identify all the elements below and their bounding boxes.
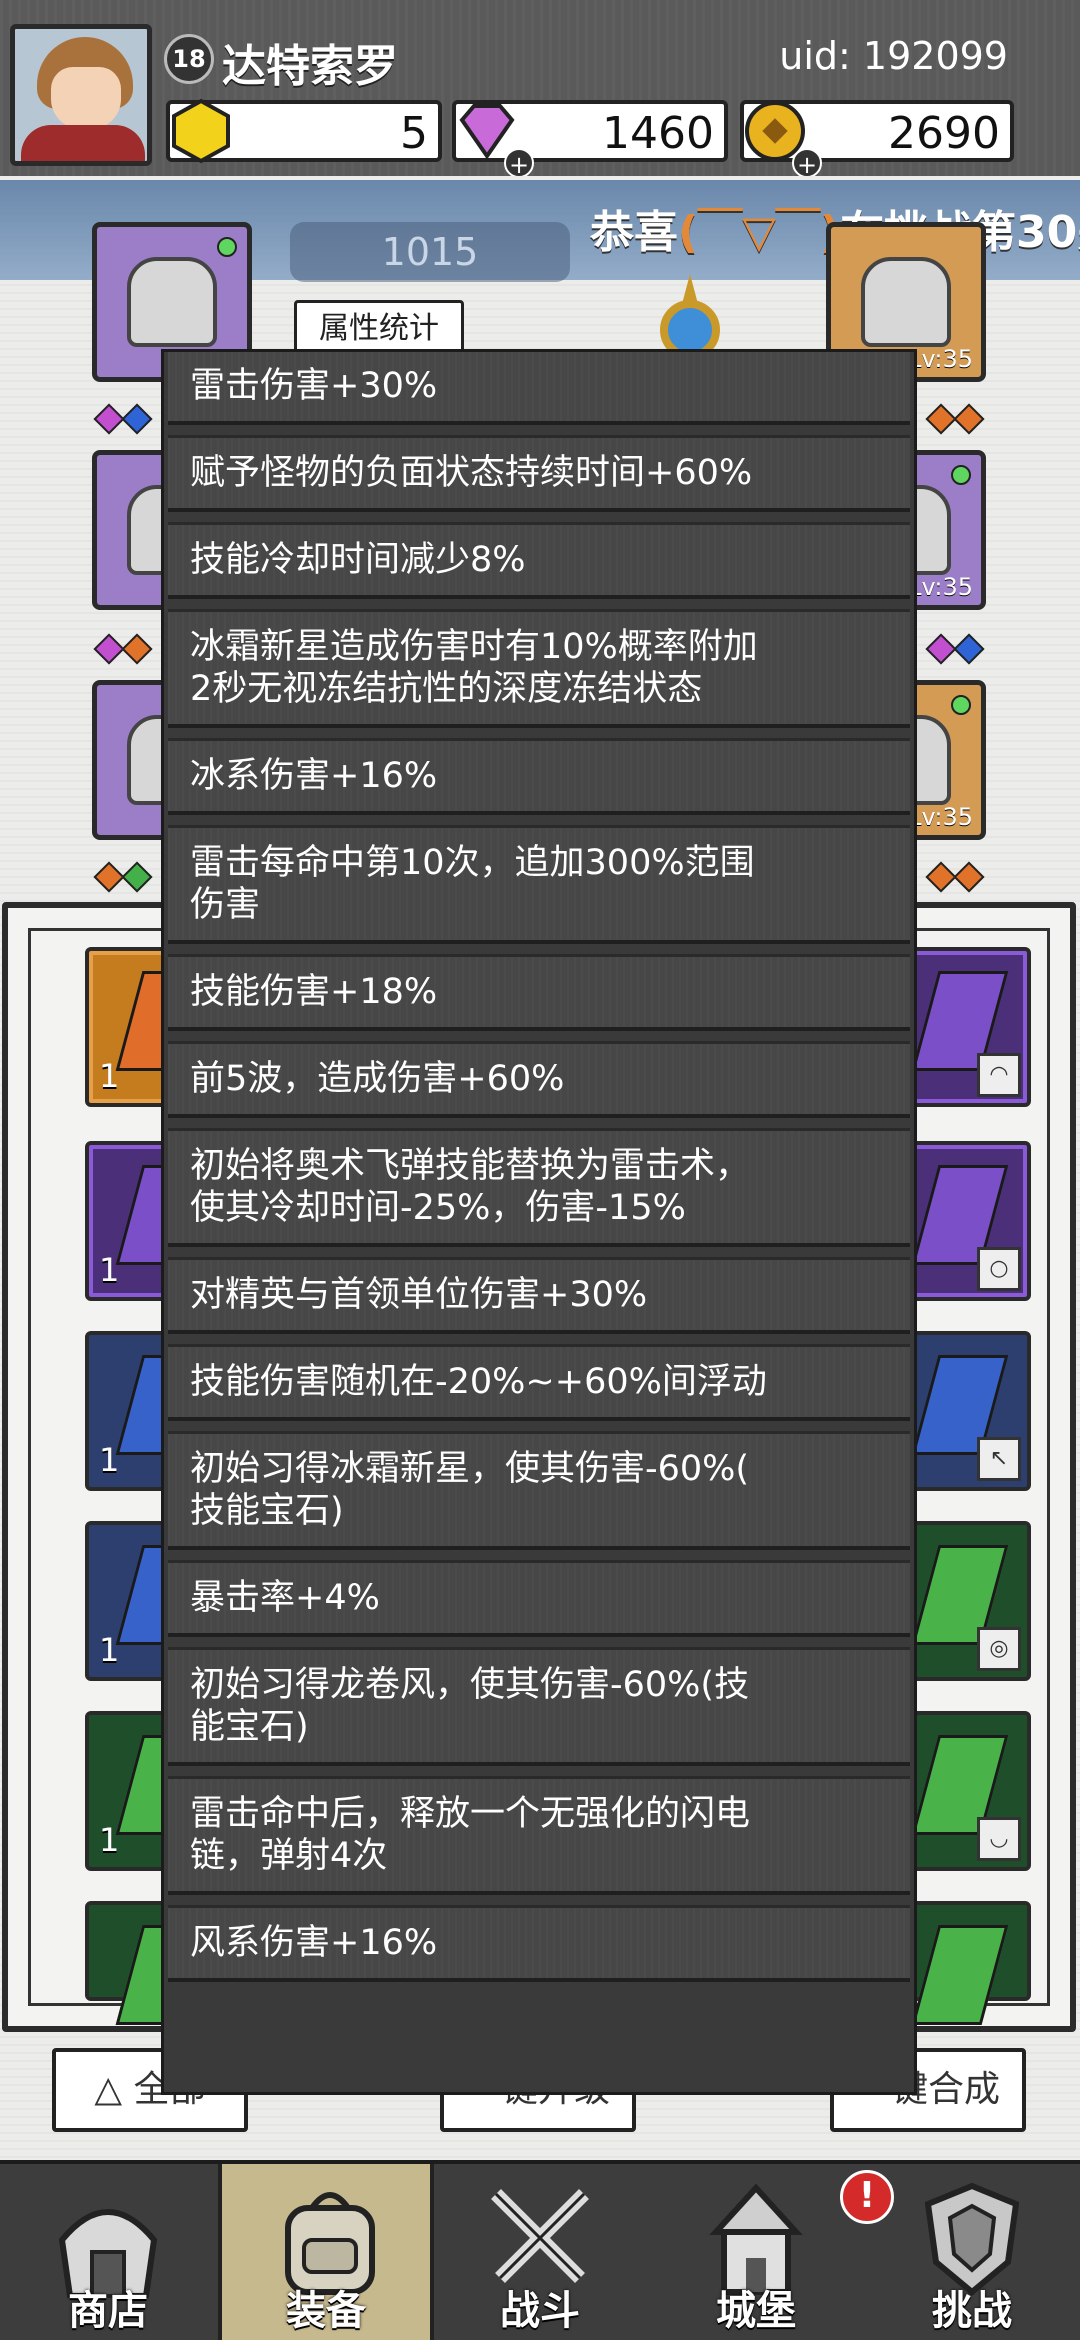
staff-icon <box>861 257 951 347</box>
upgrade-dot-icon <box>951 695 971 715</box>
upgrade-dot-icon <box>951 465 971 485</box>
nav-castle[interactable]: 城堡 <box>648 2164 864 2340</box>
gem-sockets <box>93 403 153 435</box>
attribute-stats-panel[interactable]: 雷击伤害+30% 赋予怪物的负面状态持续时间+60% 技能冷却时间减少8% 冰霜新星造… <box>164 352 914 2092</box>
gem-sockets <box>925 861 985 893</box>
attribute-item: 雷击伤害+30% <box>168 352 910 425</box>
filter-triangle-icon: △ <box>94 2069 134 2110</box>
player-name: 达特索罗 <box>222 41 398 92</box>
gem-type-tag: ◠ <box>977 1053 1021 1097</box>
attribute-item: 技能伤害随机在-20%~+60%间浮动 <box>168 1344 910 1421</box>
attribute-text: 使其冷却时间-25%，伤害-15% <box>190 1188 686 1228</box>
diamond-resource: + 1460 <box>452 100 728 179</box>
attribute-item: 雷击每命中第10次，追加300%范围 伤害 <box>168 825 910 944</box>
attribute-list: 雷击伤害+30% 赋予怪物的负面状态持续时间+60% 技能冷却时间减少8% 冰霜新星造… <box>164 352 914 1992</box>
nav-challenge[interactable]: 挑战 <box>864 2164 1080 2340</box>
bottom-navigation: 商店 装备 战斗 城堡 挑战 <box>0 2160 1080 2340</box>
slot-level: Lv:35 <box>908 345 973 373</box>
notification-badge: ! <box>840 2170 894 2224</box>
gem-type-tag: ◡ <box>977 1817 1021 1861</box>
attribute-text: 技能伤害+18% <box>190 972 438 1012</box>
player-avatar[interactable] <box>10 24 152 166</box>
attribute-text: 雷击伤害+30% <box>190 366 438 406</box>
nav-shop[interactable]: 商店 <box>0 2164 216 2340</box>
power-display: 1015 <box>290 222 570 282</box>
attribute-text: 技能伤害随机在-20%~+60%间浮动 <box>190 1362 767 1402</box>
attribute-stats-tab[interactable]: 属性统计 <box>294 300 464 358</box>
attribute-text: 初始习得冰霜新星，使其伤害-60%( <box>190 1449 750 1489</box>
attribute-item: 对精英与首领单位伤害+30% <box>168 1257 910 1334</box>
attribute-text: 2秒无视冻结抗性的深度冻结状态 <box>190 669 703 709</box>
attribute-text: 冰霜新星造成伤害时有10%概率附加 <box>190 627 758 667</box>
attribute-text: 雷击每命中第10次，追加300%范围 <box>190 843 755 883</box>
attribute-item: 前5波，造成伤害+60% <box>168 1041 910 1118</box>
attribute-item: 赋予怪物的负面状态持续时间+60% <box>168 435 910 512</box>
slot-level: Lv:35 <box>908 573 973 601</box>
attribute-text: 风系伤害+16% <box>190 1923 438 1963</box>
gem-sockets <box>93 861 153 893</box>
attribute-item: 初始习得龙卷风，使其伤害-60%(技 能宝石) <box>168 1647 910 1766</box>
gem-sockets <box>93 633 153 665</box>
gem-type-tag: ◎ <box>977 1627 1021 1671</box>
top-header: 18 达特索罗 uid: 192099 5 + 1460 + 2690 <box>0 0 1080 179</box>
gold-hex-icon <box>172 98 230 164</box>
nav-battle[interactable]: 战斗 <box>432 2164 648 2340</box>
coin-resource: + 2690 <box>740 100 1014 179</box>
attribute-text: 技能冷却时间减少8% <box>190 540 526 580</box>
attribute-text: 能宝石) <box>190 1707 309 1747</box>
coin-value: 2690 <box>888 108 1000 159</box>
attribute-text: 伤害 <box>190 885 261 925</box>
attribute-item: 冰霜新星造成伤害时有10%概率附加 2秒无视冻结抗性的深度冻结状态 <box>168 609 910 728</box>
power-value: 1015 <box>381 230 479 274</box>
diamond-value: 1460 <box>602 108 714 159</box>
gold-hex-resource: 5 <box>166 98 442 164</box>
attribute-text: 链，弹射4次 <box>190 1836 388 1876</box>
player-level-badge: 18 <box>164 34 214 84</box>
attribute-text: 雷击命中后，释放一个无强化的闪电 <box>190 1794 751 1834</box>
attribute-text: 技能宝石) <box>190 1491 344 1531</box>
gem-type-tag: ↖ <box>977 1437 1021 1481</box>
attribute-text: 初始习得龙卷风，使其伤害-60%(技 <box>190 1665 750 1705</box>
attribute-text: 冰系伤害+16% <box>190 756 438 796</box>
slot-level: Lv:35 <box>908 803 973 831</box>
diamond-add-button[interactable]: + <box>504 148 534 179</box>
gold-hex-value: 5 <box>400 108 428 159</box>
nav-equipment[interactable]: 装备 <box>218 2164 434 2340</box>
attribute-item: 技能伤害+18% <box>168 954 910 1031</box>
upgrade-dot-icon <box>217 237 237 257</box>
gem-type-tag: ○ <box>977 1247 1021 1291</box>
gem-sockets <box>925 633 985 665</box>
coin-add-button[interactable]: + <box>792 148 822 179</box>
attribute-item: 风系伤害+16% <box>168 1905 910 1982</box>
gem-sockets <box>925 403 985 435</box>
attribute-text: 对精英与首领单位伤害+30% <box>190 1275 648 1315</box>
attribute-text: 前5波，造成伤害+60% <box>190 1059 565 1099</box>
attribute-item: 初始将奥术飞弹技能替换为雷击术， 使其冷却时间-25%，伤害-15% <box>168 1128 910 1247</box>
attribute-text: 初始将奥术飞弹技能替换为雷击术， <box>190 1146 751 1186</box>
attribute-item: 暴击率+4% <box>168 1560 910 1637</box>
attribute-item: 初始习得冰霜新星，使其伤害-60%(技能宝石) <box>168 1431 910 1550</box>
player-uid: uid: 192099 <box>779 34 1008 78</box>
attribute-item: 技能冷却时间减少8% <box>168 522 910 599</box>
attribute-item: 雷击命中后，释放一个无强化的闪电 链，弹射4次 <box>168 1776 910 1895</box>
attribute-text: 赋予怪物的负面状态持续时间+60% <box>190 453 753 493</box>
attribute-item: 冰系伤害+16% <box>168 738 910 815</box>
attribute-text: 暴击率+4% <box>190 1578 380 1618</box>
helmet-icon <box>127 257 217 347</box>
